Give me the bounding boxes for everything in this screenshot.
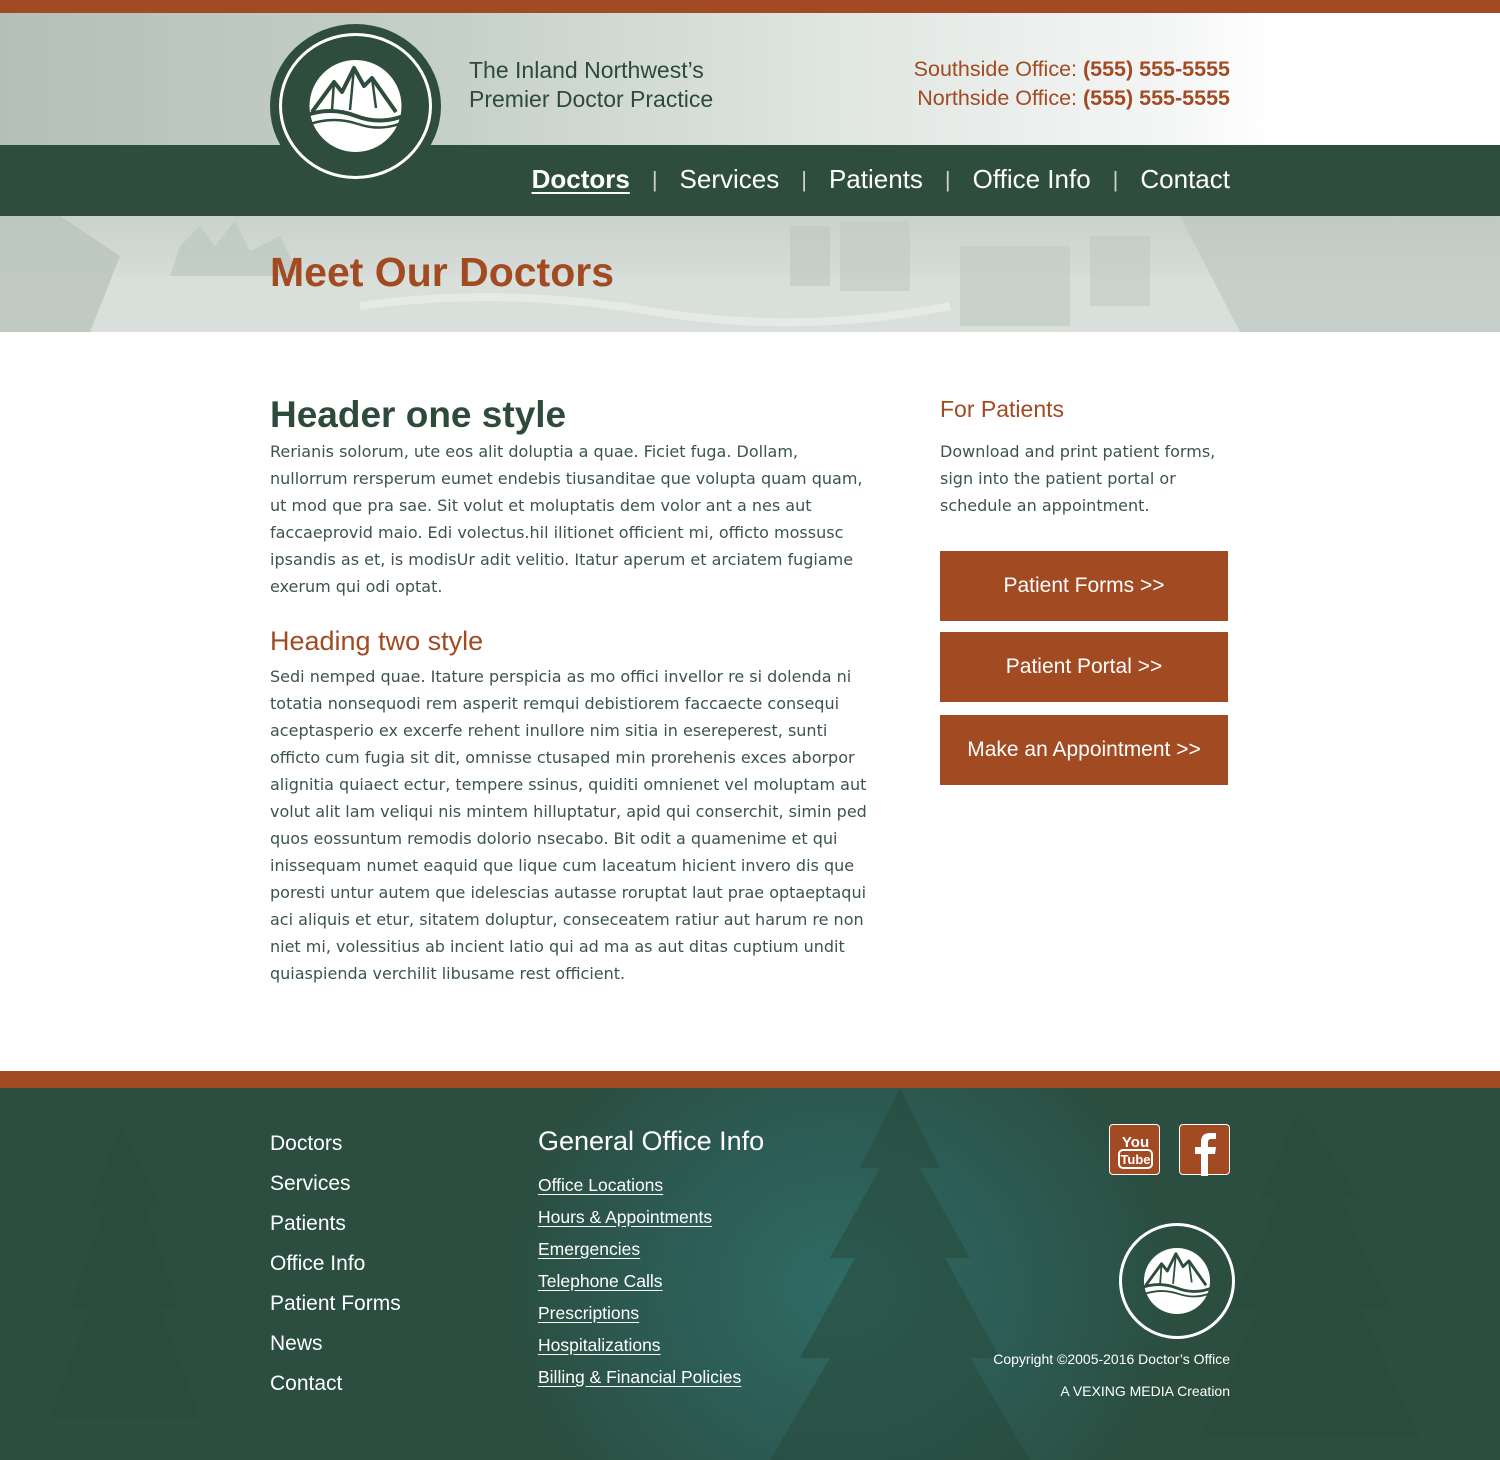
site-tagline: The Inland Northwest’s Premier Doctor Pr… — [469, 56, 713, 114]
southside-label: Southside Office: — [913, 57, 1083, 81]
southside-number[interactable]: (555) 555-5555 — [1083, 57, 1230, 81]
sidebar-text: Download and print patient forms, sign i… — [940, 442, 1216, 515]
svg-text:You: You — [1122, 1134, 1149, 1151]
sidebar-title: For Patients — [940, 396, 1064, 422]
site-header: The Inland Northwest’s Premier Doctor Pr… — [0, 13, 1500, 145]
tagline-line-1: The Inland Northwest’s — [469, 57, 704, 83]
nav-separator: | — [1112, 166, 1119, 192]
svg-text:Tube: Tube — [1120, 1152, 1150, 1167]
footer-office-info: General Office Info Office Locations Hou… — [538, 1125, 764, 1393]
main-nav-bar: Doctors | Services | Patients | Office I… — [0, 145, 1500, 216]
site-logo[interactable] — [270, 24, 441, 188]
patient-portal-button[interactable]: Patient Portal >> — [940, 632, 1228, 702]
southside-phone[interactable]: Southside Office: (555) 555-5555 — [914, 55, 1230, 84]
link-billing-policies[interactable]: Billing & Financial Policies — [538, 1361, 764, 1393]
make-appointment-button[interactable]: Make an Appointment >> — [940, 715, 1228, 785]
northside-label: Northside Office: — [917, 86, 1083, 110]
patient-forms-button[interactable]: Patient Forms >> — [940, 551, 1228, 621]
copyright-text: Copyright ©2005-2016 Doctor’s Office — [993, 1351, 1230, 1367]
footer-nav-office-info[interactable]: Office Info — [270, 1244, 401, 1284]
link-hospitalizations[interactable]: Hospitalizations — [538, 1329, 764, 1361]
main-content: Header one style Rerianis solorum, ute e… — [270, 392, 880, 987]
page-banner: Meet Our Doctors — [0, 216, 1500, 332]
nav-separator: | — [801, 166, 807, 192]
footer-nav-patients[interactable]: Patients — [270, 1204, 401, 1244]
link-emergencies[interactable]: Emergencies — [538, 1233, 764, 1265]
office-phones: Southside Office: (555) 555-5555 Northsi… — [914, 55, 1230, 113]
footer-nav-news[interactable]: News — [270, 1324, 401, 1364]
footer-info-title: General Office Info — [538, 1126, 765, 1156]
nav-services[interactable]: Services — [680, 164, 780, 195]
footer-nav-patient-forms[interactable]: Patient Forms — [270, 1284, 401, 1324]
city-photo-background — [0, 216, 1500, 332]
nav-patients[interactable]: Patients — [829, 164, 923, 195]
for-patients-sidebar: For Patients Download and print patient … — [940, 394, 1230, 785]
tagline-line-2: Premier Doctor Practice — [469, 86, 714, 112]
link-prescriptions[interactable]: Prescriptions — [538, 1297, 764, 1329]
top-accent-bar — [0, 0, 1500, 13]
facebook-button[interactable] — [1179, 1124, 1230, 1176]
heading-one: Header one style — [270, 394, 567, 435]
paragraph-two: Sedi nemped quae. Itature perspicia as m… — [270, 667, 867, 983]
paragraph-one: Rerianis solorum, ute eos alit doluptia … — [270, 442, 863, 596]
nav-separator: | — [651, 166, 658, 192]
site-footer: Doctors Services Patients Office Info Pa… — [0, 1088, 1500, 1460]
footer-nav-services[interactable]: Services — [270, 1164, 401, 1204]
footer-logo[interactable] — [1119, 1223, 1235, 1339]
footer-nav-contact[interactable]: Contact — [270, 1364, 401, 1404]
youtube-button[interactable]: You Tube — [1109, 1124, 1160, 1175]
nav-separator: | — [944, 166, 951, 192]
footer-nav: Doctors Services Patients Office Info Pa… — [270, 1124, 401, 1404]
footer-nav-doctors[interactable]: Doctors — [270, 1124, 401, 1164]
link-office-locations[interactable]: Office Locations — [538, 1169, 764, 1201]
nav-contact[interactable]: Contact — [1140, 164, 1230, 195]
facebook-icon — [1195, 1133, 1216, 1176]
nav-office-info[interactable]: Office Info — [973, 164, 1091, 195]
link-hours-appointments[interactable]: Hours & Appointments — [538, 1201, 764, 1233]
link-telephone-calls[interactable]: Telephone Calls — [538, 1265, 764, 1297]
northside-number[interactable]: (555) 555-5555 — [1083, 86, 1230, 110]
youtube-icon: You Tube — [1118, 1134, 1153, 1169]
heading-two: Heading two style — [270, 626, 484, 656]
nav-doctors[interactable]: Doctors — [532, 164, 630, 195]
mountain-logo-icon — [1140, 1247, 1214, 1315]
main-nav: Doctors | Services | Patients | Office I… — [532, 164, 1230, 195]
footer-accent-bar — [0, 1071, 1500, 1088]
northside-phone[interactable]: Northside Office: (555) 555-5555 — [914, 84, 1230, 113]
page-title: Meet Our Doctors — [270, 249, 614, 295]
credit-text: A VEXING MEDIA Creation — [1060, 1383, 1230, 1399]
mountain-logo-icon — [304, 60, 407, 152]
